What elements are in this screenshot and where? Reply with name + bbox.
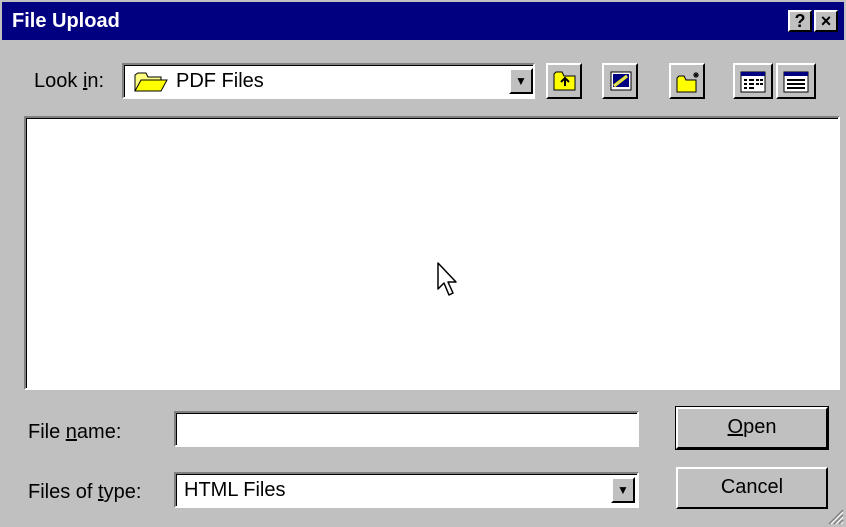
new-folder-button[interactable] — [669, 63, 705, 99]
new-folder-icon — [676, 72, 699, 93]
look-in-value: PDF Files — [176, 70, 264, 92]
mouse-pointer-icon — [437, 262, 457, 296]
files-of-type-label: Files of type: — [28, 481, 142, 503]
help-button[interactable]: ? — [788, 10, 812, 32]
look-in-dropdown-button[interactable]: ▼ — [509, 68, 533, 94]
files-of-type-dropdown-button[interactable]: ▼ — [611, 477, 635, 503]
chevron-down-icon: ▼ — [515, 74, 527, 88]
file-name-label: File name: — [28, 421, 122, 443]
files-of-type-value: HTML Files — [184, 479, 286, 501]
close-button[interactable]: × — [814, 10, 838, 32]
open-button[interactable]: Open — [675, 406, 829, 450]
files-of-type-combo[interactable]: HTML Files ▼ — [174, 472, 639, 508]
resize-grip-icon[interactable] — [826, 507, 844, 525]
file-upload-dialog: File Upload ? × Look in: PDF Files ▼ Fil… — [0, 0, 846, 527]
up-one-level-icon — [553, 71, 576, 91]
folder-icon — [134, 71, 168, 98]
list-view-button[interactable] — [733, 63, 773, 99]
list-view-icon — [740, 71, 766, 93]
look-in-label: Look in: — [34, 70, 105, 92]
desktop-icon — [610, 71, 632, 91]
title-bar[interactable]: File Upload ? × — [2, 2, 844, 40]
file-name-input[interactable] — [174, 411, 639, 447]
details-view-icon — [783, 71, 809, 93]
details-view-button[interactable] — [776, 63, 816, 99]
up-one-level-button[interactable] — [546, 63, 582, 99]
look-in-combo[interactable]: PDF Files ▼ — [122, 63, 535, 99]
cancel-button[interactable]: Cancel — [676, 467, 828, 509]
chevron-down-icon: ▼ — [617, 483, 629, 497]
file-list[interactable] — [24, 116, 840, 390]
window-title: File Upload — [12, 10, 120, 32]
desktop-button[interactable] — [602, 63, 638, 99]
